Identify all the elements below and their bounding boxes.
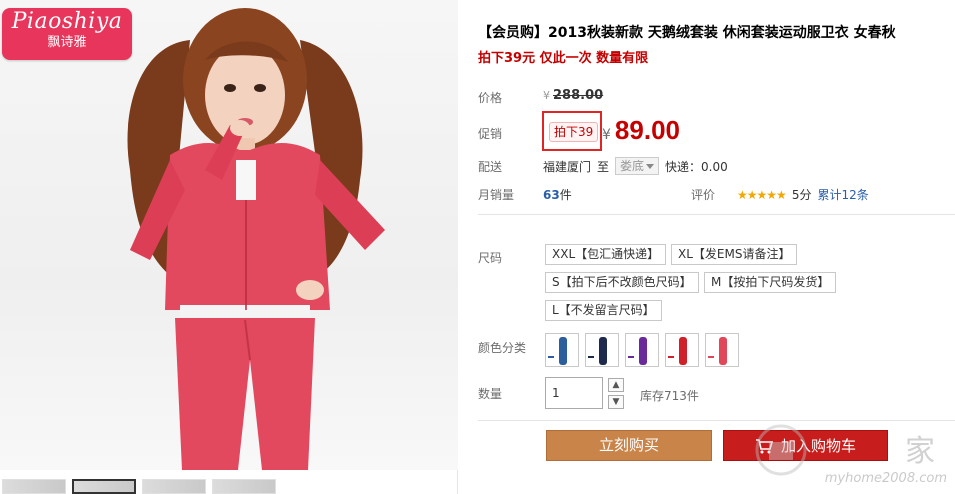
swatch-dash: [628, 356, 634, 358]
reviews-link[interactable]: 累计12条: [817, 186, 868, 203]
original-price: ¥288.00: [543, 88, 603, 103]
watermark-text: 家: [905, 434, 937, 469]
product-subtitle: 拍下39元 仅此一次 数量有限: [478, 51, 649, 66]
site-watermark: 家 myhome2008.com: [743, 412, 953, 492]
buy-now-button[interactable]: 立刻购买: [546, 430, 712, 461]
thumbnail-strip: [0, 479, 458, 494]
product-title: 【会员购】2013秋装新款 天鹅绒套装 休闲套装运动服卫衣 女春秋: [478, 25, 896, 41]
price-label: 价格: [478, 91, 503, 105]
color-swatch-navy[interactable]: [585, 333, 619, 367]
shipping-fee: 快递：0.00: [665, 159, 728, 174]
sales-unit: 件: [559, 188, 572, 202]
color-swatch-blue[interactable]: [545, 333, 579, 367]
promo-tag: 拍下39: [549, 122, 599, 142]
star-icons: ★★★★★: [737, 187, 787, 202]
color-swatch-red[interactable]: [665, 333, 699, 367]
swatch-figure: [639, 337, 647, 365]
watermark-url: myhome2008.com: [824, 471, 947, 486]
swatch-dash: [548, 356, 554, 358]
color-swatch-purple[interactable]: [625, 333, 659, 367]
thumbnail[interactable]: [212, 479, 276, 494]
quantity-up-button[interactable]: ▲: [608, 378, 624, 392]
model-photo: [127, 8, 385, 470]
brand-name-cn: 飘诗雅: [47, 35, 87, 50]
color-label: 颜色分类: [478, 341, 527, 355]
destination-select[interactable]: 娄底: [615, 157, 660, 175]
sales-label: 月销量: [478, 188, 515, 202]
currency-symbol: ¥: [602, 127, 611, 143]
color-options: [545, 333, 739, 367]
swatch-figure: [599, 337, 607, 365]
thumbnail[interactable]: [2, 479, 66, 494]
rating-row: 评价 ★★★★★ 5分 累计12条: [691, 186, 869, 203]
swatch-dash: [668, 356, 674, 358]
stock-count: 库存713件: [640, 389, 699, 403]
destination-value: 娄底: [620, 159, 645, 173]
promo-price: ¥89.00: [602, 115, 680, 146]
rating-score: 5分: [791, 188, 812, 202]
shipping-label: 配送: [478, 160, 503, 174]
ship-to-text: 至: [597, 159, 610, 174]
size-option[interactable]: XL【发EMS请备注】: [671, 244, 798, 265]
quantity-input[interactable]: 1: [545, 377, 603, 409]
swatch-dash: [708, 356, 714, 358]
monthly-sales: 63件: [543, 186, 572, 203]
size-option[interactable]: XXL【包汇通快递】: [545, 244, 667, 265]
size-option[interactable]: L【不发留言尺码】: [545, 300, 662, 321]
sales-count: 63: [543, 188, 560, 202]
size-label: 尺码: [478, 251, 503, 265]
swatch-figure: [679, 337, 687, 365]
thumbnail-active[interactable]: [72, 479, 136, 494]
product-gallery: Piaoshiya 飘诗雅: [0, 0, 458, 494]
quantity-down-button[interactable]: ▼: [608, 395, 624, 409]
chevron-down-icon: [646, 163, 655, 169]
size-option[interactable]: S【拍下后不改颜色尺码】: [545, 272, 699, 293]
promo-label: 促销: [478, 127, 503, 141]
ship-from: 福建厦门: [543, 159, 592, 174]
swatch-figure: [559, 337, 567, 365]
watermark-logo-icon: [755, 424, 807, 476]
brand-logo: Piaoshiya 飘诗雅: [2, 8, 132, 60]
thumbnail[interactable]: [142, 479, 206, 494]
swatch-dash: [588, 356, 594, 358]
promo-price-value: 89.00: [614, 115, 680, 145]
brand-name: Piaoshiya: [11, 9, 123, 34]
main-product-image[interactable]: Piaoshiya 飘诗雅: [0, 0, 458, 470]
swatch-figure: [719, 337, 727, 365]
original-price-value: 288.00: [553, 88, 604, 103]
rating-label: 评价: [691, 188, 716, 202]
currency-symbol: ¥: [543, 89, 550, 102]
quantity-label: 数量: [478, 387, 503, 401]
shipping-row: 福建厦门 至 娄底 快递：0.00: [543, 157, 728, 175]
size-option[interactable]: M【按拍下尺码发货】: [704, 272, 837, 293]
divider: [478, 214, 955, 215]
color-swatch-pink[interactable]: [705, 333, 739, 367]
